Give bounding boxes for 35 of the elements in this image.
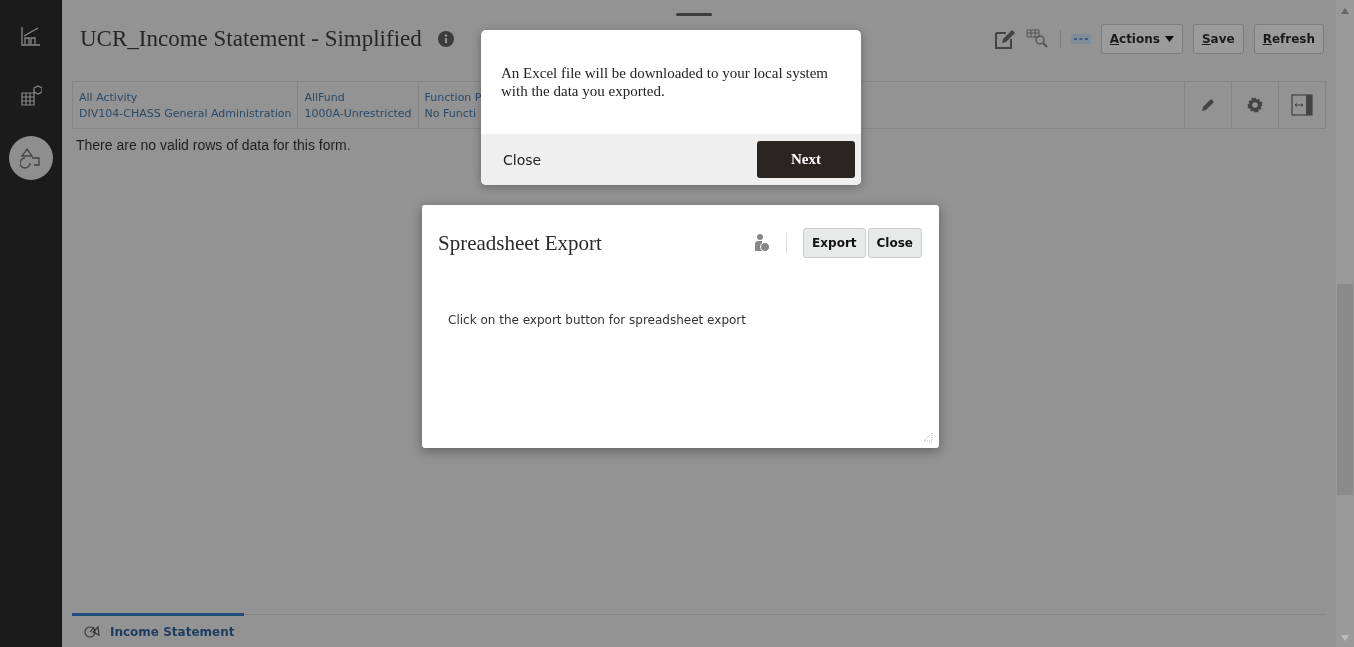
more-icon[interactable] xyxy=(1070,34,1091,44)
info-icon[interactable] xyxy=(437,31,454,47)
next-button[interactable]: Next xyxy=(757,141,855,178)
expand-width-icon xyxy=(1291,94,1313,116)
scrollbar[interactable] xyxy=(1336,0,1354,647)
pencil-icon xyxy=(1201,98,1215,112)
resize-grip-icon[interactable] xyxy=(923,432,933,442)
dialog-button[interactable]: Export xyxy=(803,228,866,258)
empty-message: There are no valid rows of data for this form. xyxy=(76,137,352,153)
grid-search-icon[interactable] xyxy=(1025,28,1050,50)
member-link[interactable]: No Functi xyxy=(424,106,482,120)
close-button[interactable]: Close xyxy=(489,147,556,172)
form-tab[interactable]: Income Statement xyxy=(72,613,244,647)
form-title: UCR_Income Statement - Simplified xyxy=(80,26,422,52)
toolbar-button[interactable]: Refresh xyxy=(1253,24,1324,54)
settings-icon xyxy=(1247,97,1263,113)
scroll-up-icon[interactable] xyxy=(1341,8,1349,14)
grid-cube-icon xyxy=(20,85,42,107)
popup-message: An Excel file will be downloaded to your local system with the data you exported. xyxy=(501,64,829,101)
drag-handle[interactable] xyxy=(676,13,712,16)
actions-menu-button[interactable]: Actions xyxy=(1100,24,1183,54)
form-icon xyxy=(84,624,100,639)
nav-item[interactable] xyxy=(9,136,53,180)
member-link[interactable]: DIV104-CHASS General Administration xyxy=(79,106,292,120)
edit-icon[interactable] xyxy=(993,28,1016,50)
caret-icon xyxy=(1164,36,1174,42)
dialog-button[interactable]: Close xyxy=(867,228,922,258)
toolbar-button[interactable]: Save xyxy=(1192,24,1244,54)
chart-icon xyxy=(20,25,42,47)
dialog-title: Spreadsheet Export xyxy=(438,230,603,256)
member-link[interactable]: 1000A-Unrestricted xyxy=(304,106,412,120)
scroll-down-icon[interactable] xyxy=(1341,635,1349,641)
dialog-text: Click on the export button for spreadsheet export xyxy=(448,313,747,327)
user-help-icon[interactable] xyxy=(754,233,771,253)
shapes-icon xyxy=(20,147,42,169)
